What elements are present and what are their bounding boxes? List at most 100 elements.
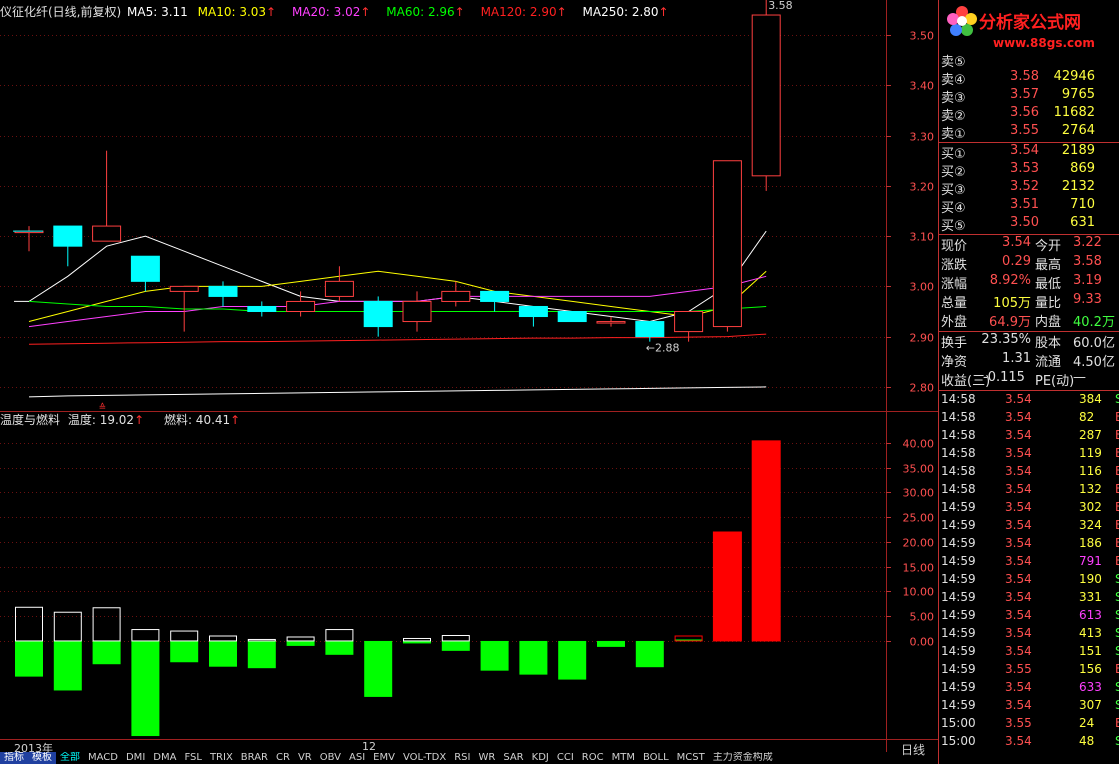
ask-row: 卖① 3.55 2764 (939, 123, 1119, 142)
bid-label: 买① (941, 147, 966, 162)
period-selector[interactable]: 日线 (890, 740, 936, 760)
trade-row: 14:59 3.54 413 S (939, 626, 1119, 644)
indicator-tab[interactable]: DMI (122, 752, 149, 764)
trade-row: 14:59 3.54 186 B (939, 536, 1119, 554)
fuel-bar (53, 611, 82, 642)
kline-chart-svg[interactable]: 3.50 3.40 3.30 3.20 3.10 3.00 2.90 2.80 40.00 35.… (0, 0, 938, 764)
price-gridlines: 3.50 3.40 3.30 3.20 3.10 3.00 2.90 2.80 (0, 30, 934, 395)
temp-bar (53, 640, 82, 691)
indicator-tab[interactable]: MTM (608, 752, 639, 764)
indicator-tick-label: 40.00 (903, 438, 935, 451)
indicator-tab[interactable]: ASI (345, 752, 369, 764)
indicator-tab[interactable]: ROC (578, 752, 608, 764)
indicator-tab[interactable]: MCST (673, 752, 709, 764)
indicator-tab[interactable]: CCI (553, 752, 578, 764)
trade-tm: 14:58 (941, 464, 976, 478)
trade-ts: B (1115, 716, 1119, 730)
indicator-tab[interactable]: BRAR (237, 752, 272, 764)
ask-volume: 2764 (1061, 123, 1095, 138)
candle-up (286, 300, 316, 313)
site-logo: 分析家公式网 www.88gs.com (939, 0, 1119, 58)
trade-row: 14:58 3.54 119 B (939, 446, 1119, 464)
indicator-title: 温度与燃料 (0, 413, 61, 427)
ma10-up-icon: ↑ (266, 5, 277, 19)
ask-label: 卖① (941, 127, 966, 142)
trade-tp: 3.54 (1005, 392, 1032, 406)
candle-up (92, 225, 122, 242)
trade-ts: S (1115, 698, 1119, 712)
ma-line-ma20 (28, 275, 767, 328)
trade-ts: B (1115, 464, 1119, 478)
trade-row: 14:59 3.54 190 S (939, 572, 1119, 590)
bid-label: 买⑤ (941, 219, 966, 234)
candle-down (130, 255, 160, 282)
trade-tv: 119 (1079, 446, 1102, 460)
trade-ts: B (1115, 428, 1119, 442)
quote-k2: 今开 (1035, 239, 1062, 254)
indicator-tab[interactable]: RSI (450, 752, 474, 764)
ma-legend: 仪征化纤(日线,前复权) MA5: 3.11 MA10: 3.03↑ MA20:… (0, 3, 675, 19)
quote-row: 现价 3.54 今开 3.22 (939, 235, 1119, 254)
indicator-tab[interactable]: MACD (84, 752, 122, 764)
indicator-tab[interactable]: BOLL (639, 752, 673, 764)
quote-k2: PE(动) (1035, 374, 1075, 389)
indicator-tab[interactable]: SAR (499, 752, 527, 764)
candle-up (751, 14, 781, 177)
indicator-tab[interactable]: CR (272, 752, 294, 764)
trade-tp: 3.54 (1005, 608, 1032, 622)
fuel-bar (170, 630, 199, 642)
temp-bar (519, 640, 548, 675)
indicator-tab[interactable]: 指标 (0, 752, 28, 764)
indicator-tab[interactable]: KDJ (528, 752, 553, 764)
trade-tp: 3.54 (1005, 734, 1032, 748)
indicator-tick-label: 20.00 (903, 537, 935, 550)
indicator-tab[interactable]: EMV (369, 752, 399, 764)
ma-line-ma60 (28, 300, 767, 312)
temp-bar (441, 640, 470, 651)
bid-price: 3.52 (1010, 179, 1039, 194)
fuel-up-icon: ↑ (230, 413, 241, 427)
indicator-tab[interactable]: DMA (149, 752, 180, 764)
indicator-tab[interactable]: 全部 (56, 752, 84, 764)
ask-row: 卖⑤ (939, 51, 1119, 70)
indicator-tab[interactable]: 主力资金构成 (709, 752, 777, 764)
trade-row: 14:59 3.54 151 S (939, 644, 1119, 662)
candle-up (402, 300, 432, 323)
trade-ts: S (1115, 644, 1119, 658)
quote-k2: 最低 (1035, 277, 1062, 292)
candle-up (324, 280, 354, 297)
ask-price: 3.58 (1010, 69, 1039, 84)
quote-v1: 8.92% (989, 273, 1031, 288)
indicator-tab[interactable]: WR (474, 752, 499, 764)
trade-tp: 3.54 (1005, 410, 1032, 424)
trade-ts: S (1115, 392, 1119, 406)
indicator-tab[interactable]: VOL-TDX (399, 752, 450, 764)
bid-label: 买② (941, 165, 966, 180)
fuel-value: 燃料: 40.41 (163, 413, 231, 427)
ask-label: 卖⑤ (941, 55, 966, 70)
price-tick-label: 3.20 (910, 181, 935, 194)
indicator-tab[interactable]: OBV (316, 752, 345, 764)
fuel-bar (92, 607, 121, 642)
bid-volume: 710 (1070, 197, 1095, 212)
trade-tm: 14:59 (941, 572, 976, 586)
trade-row: 14:58 3.54 384 S (939, 392, 1119, 410)
kline-chart-area[interactable]: 3.50 3.40 3.30 3.20 3.10 3.00 2.90 2.80 40.00 35.… (0, 0, 938, 764)
trade-tm: 15:00 (941, 716, 976, 730)
temp-bar (364, 640, 393, 697)
temp-bar (480, 640, 509, 671)
quote-v2: 3.58 (1073, 254, 1102, 269)
fuel-bar (209, 635, 237, 642)
trade-ts: B (1115, 446, 1119, 460)
trade-tm: 14:58 (941, 482, 976, 496)
logo-name: 分析家公式网 (979, 13, 1081, 33)
quote-v2: 40.2万 (1073, 315, 1115, 330)
indicator-tab[interactable]: 模板 (28, 752, 56, 764)
indicator-tab[interactable]: FSL (180, 752, 206, 764)
candle-up (596, 321, 626, 324)
ask-volume: 42946 (1053, 69, 1095, 84)
trade-tm: 15:00 (941, 734, 976, 748)
indicator-tab[interactable]: TRIX (206, 752, 237, 764)
indicator-tab[interactable]: VR (294, 752, 316, 764)
price-tick-label: 3.50 (910, 30, 935, 43)
